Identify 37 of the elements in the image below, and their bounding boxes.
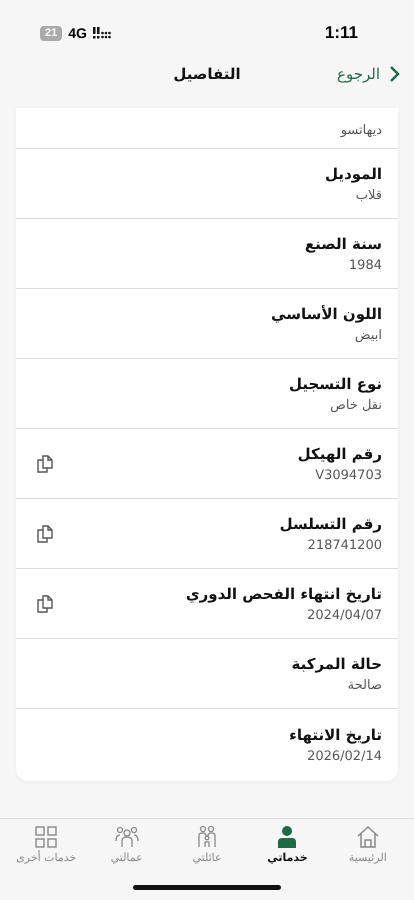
signal-icon: [92, 27, 111, 39]
field-label: تاريخ الانتهاء: [289, 726, 382, 744]
nav-tab[interactable]: عائلتي: [168, 825, 246, 885]
field-label: رقم الهيكل: [298, 444, 382, 462]
field-label: الموديل: [325, 164, 382, 182]
field-value: 218741200: [306, 538, 382, 552]
field-value: قلاب: [354, 188, 382, 202]
field-value: V3094703: [314, 468, 382, 482]
status-time: 1:11: [324, 23, 358, 43]
field-value: 2026/02/14: [306, 749, 382, 764]
field-label: سنة الصنع: [304, 234, 382, 252]
back-button[interactable]: الرجوع: [337, 65, 400, 83]
field-label: رقم التسلسل: [280, 514, 382, 532]
network-label: 4G: [68, 25, 87, 41]
copy-icon[interactable]: [36, 454, 54, 474]
workers-icon: [114, 825, 140, 849]
field-value: نقل خاص: [329, 398, 382, 412]
grid-icon: [33, 825, 60, 849]
copy-icon[interactable]: [36, 594, 54, 614]
nav-tab[interactable]: خدماتي: [248, 825, 326, 885]
battery-icon: 21: [40, 26, 62, 40]
nav-tab[interactable]: عمالتي: [88, 825, 166, 885]
home-icon: [354, 825, 381, 849]
field-label: نوع التسجيل: [289, 374, 382, 392]
field-label: تاريخ انتهاء الفحص الدوري: [186, 584, 382, 602]
field-value: 2024/04/07: [306, 608, 382, 622]
field-label: اللون الأساسي: [271, 304, 382, 322]
nav-tab[interactable]: الرئيسية: [328, 825, 407, 885]
field-label: حالة المركبة: [292, 654, 382, 672]
copy-icon[interactable]: [36, 524, 54, 544]
chevron-icon: [388, 65, 400, 83]
nav-tab[interactable]: خدمات أخرى: [7, 825, 86, 885]
field-value: ابيض: [354, 328, 382, 342]
page-title: التفاصيل: [173, 65, 241, 83]
field-value: صالحة: [346, 678, 382, 692]
field-value: ديهاتسو: [340, 123, 382, 138]
field-value: 1984: [348, 258, 382, 272]
